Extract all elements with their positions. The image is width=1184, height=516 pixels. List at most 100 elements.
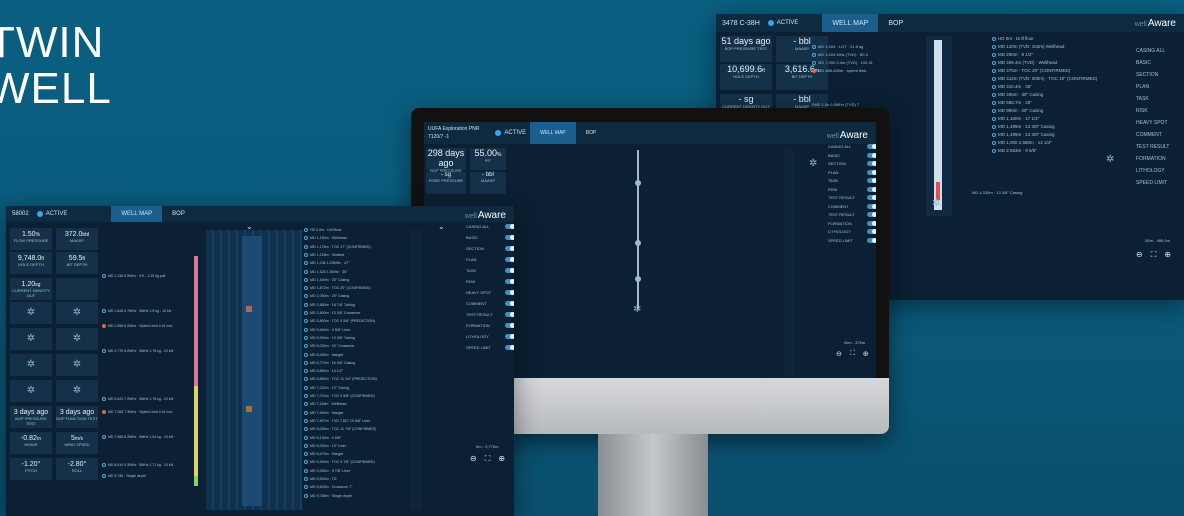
layer-toggle-lithology[interactable]: LITHOLOGY <box>466 334 514 339</box>
well-event-item[interactable]: MD 1,236 1.25MHz · 47" <box>304 261 349 265</box>
well-event-item[interactable]: MD 7,690m · Hanger <box>304 411 344 415</box>
tab-well-map[interactable]: WELL MAP <box>111 206 163 222</box>
toggle-switch[interactable] <box>867 169 876 175</box>
toggle-switch[interactable] <box>505 312 514 317</box>
well-event-item[interactable]: MD 8,470m · Hanger <box>304 452 344 456</box>
well-event-item[interactable]: MD 1,872m · TOC 20" (CONFIRMED) <box>304 286 371 290</box>
layer-toggle-comment[interactable]: COMMENT <box>1136 132 1184 138</box>
depth-annotation[interactable]: MD 7,568 8.2MHz · 5MHz 1.54 kg - 10 kN · <box>102 435 175 439</box>
layer-toggle-task[interactable]: TASK <box>1136 96 1184 102</box>
toggle-switch[interactable] <box>867 237 876 243</box>
layer-toggle-speed-limit[interactable]: SPEED LIMIT <box>1136 180 1184 186</box>
layer-toggle-test-result[interactable]: TEST RESULT <box>466 312 514 317</box>
layer-toggle-heavy-spot[interactable]: HEAVY SPOT <box>466 290 514 295</box>
depth-annotation[interactable]: MD 7,068 7.3MHz · Speed Limit 0.01 m/s <box>102 410 172 414</box>
fit-icon[interactable]: ⛶ <box>850 350 855 358</box>
well-event-item[interactable]: MD 5,900m · 13 3/8" Tubing <box>304 336 355 340</box>
settings-gear-icon[interactable]: ✲ <box>10 333 52 344</box>
layer-toggle-formation[interactable]: FORMATION <box>1136 156 1184 162</box>
well-event-item[interactable]: MD 9,400m · TOC 9 7/8" (CONFIRMED) <box>304 460 375 464</box>
well-event-item[interactable]: MD 406.4m (TVD) · Wellhead <box>992 60 1057 65</box>
depth-annotation[interactable]: MD 9,748 · Single depth <box>102 474 146 478</box>
layer-toggle-task[interactable]: TASK <box>466 268 514 273</box>
well-event-item[interactable]: MD 9,450m · 9 7/8" Liner <box>304 469 350 473</box>
well-event-item[interactable]: MD 475m · TOC 20" (CONFIRMED) <box>992 68 1070 73</box>
layer-toggle-plan[interactable]: PLAN <box>1136 84 1184 90</box>
well-event-item[interactable]: MD 290m · 8 1/2" <box>992 52 1033 57</box>
well-event-item[interactable]: MD 7,116m · Wellhead <box>304 402 346 406</box>
well-event-item[interactable]: MD 7,827m · TVD 7,827 10 5/8" Liner <box>304 419 370 423</box>
well-event-item[interactable]: MD 1,495m · 13 3/8" Casing <box>992 132 1055 137</box>
toggle-switch[interactable] <box>505 268 514 273</box>
zoom-in-icon[interactable]: ⊕ <box>1164 250 1171 260</box>
zoom-in-icon[interactable]: ⊕ <box>863 350 869 358</box>
toggle-switch[interactable] <box>505 334 514 339</box>
annotation[interactable]: BHD 1,0x 0.5MHz (TVD) 7 <box>812 102 859 107</box>
well-event-item[interactable]: HD 0m · Drill floor <box>992 36 1034 41</box>
settings-gear-icon[interactable]: ✲ <box>56 385 98 396</box>
layer-toggle-test-result[interactable]: TEST RESULT <box>828 195 876 200</box>
toggle-switch[interactable] <box>867 186 876 192</box>
toggle-switch[interactable] <box>867 203 876 209</box>
well-event-item[interactable]: MD 1,440m · 30" Casing <box>304 278 349 282</box>
toggle-switch[interactable] <box>867 178 876 183</box>
layer-toggle-casing-all[interactable]: CASING ALL <box>466 224 514 229</box>
well-event-item[interactable]: MD 412m (TVD: 300m) · TOC 10" (CONFIRMED… <box>992 76 1097 81</box>
zoom-in-icon[interactable]: ⊕ <box>498 454 505 464</box>
fit-icon[interactable]: ⛶ <box>1151 250 1157 260</box>
layer-toggle-formation[interactable]: FORMATION <box>828 220 876 226</box>
layer-toggle-heavy-spot[interactable]: HEAVY SPOT <box>1136 120 1184 126</box>
well-event-item[interactable]: MD 2,050m · 20" Casing <box>304 294 349 298</box>
well-event-item[interactable]: MD 5,640m · 9 5/8" Liner <box>304 328 350 332</box>
well-event-item[interactable]: MD 8,130m · 9 5/8" <box>304 436 341 440</box>
well-event-item[interactable]: MD 999m · 20" Casing <box>992 108 1043 113</box>
well-event-item[interactable]: MD 9,748m · Single depth <box>304 494 352 498</box>
well-event-item[interactable]: MD 2,680m · 18 7/8" Tubing <box>304 303 355 307</box>
tab-bop[interactable]: BOP <box>576 122 607 144</box>
toggle-switch[interactable] <box>867 161 876 166</box>
toggle-switch[interactable] <box>867 212 876 217</box>
layer-toggle-speed-limit[interactable]: SPEED LIMIT <box>466 345 514 350</box>
annotation[interactable]: MD 485-400m · speed limit <box>812 68 866 73</box>
layer-toggle-casing-all[interactable]: CASING ALL <box>1136 48 1184 54</box>
layer-toggle-risk[interactable]: RISK <box>1136 108 1184 114</box>
layer-toggle-comment[interactable]: COMMENT <box>828 203 876 209</box>
layer-toggle-lithology[interactable]: LITHOLOGY <box>828 229 876 234</box>
depth-annotation[interactable]: MD 1,136 0.5MHz · 5 ft - 1.25 kg pull <box>102 274 165 278</box>
layer-toggle-lithology[interactable]: LITHOLOGY <box>1136 168 1184 174</box>
depth-annotation[interactable]: MD 8,610 9.3MHz · 5MHz 1.71 kg - 10 kN · <box>102 463 175 467</box>
well-event-item[interactable]: MD 1,328 1.5MHz · 36" <box>304 270 347 274</box>
well-event-item[interactable]: MD 1,178m · TOC 17" (CONFIRMED) <box>304 245 371 249</box>
toggle-switch[interactable] <box>867 229 876 234</box>
chevron-down-icon[interactable]: ⌄ <box>246 222 253 231</box>
well-event-item[interactable]: MD 7,070m · TOC 9 5/8" (CONFIRMED) <box>304 394 375 398</box>
depth-annotation[interactable]: MD 1,646 5.7MHz · 5MHz 1.5 kg - 10 kN · <box>102 309 173 313</box>
layer-toggle-task[interactable]: TASK <box>828 178 876 183</box>
toggle-switch[interactable] <box>505 224 514 229</box>
well-event-item[interactable]: MD 6,890m · TOC 11 3/4" (PREDICTION) <box>304 377 377 381</box>
settings-gear-icon[interactable]: ✲ <box>10 307 52 318</box>
well-event-item[interactable]: MD 9,500m · TD <box>304 477 337 481</box>
well-event-item[interactable]: MD 495m · 30" Casing <box>992 92 1043 97</box>
well-event-item[interactable]: MD 2,563m · 9 5/8" <box>992 148 1037 153</box>
layer-toggle-test-result[interactable]: TEST RESULT <box>1136 144 1184 150</box>
well-event-item[interactable]: MD 1,100m · 17 1/2" <box>992 116 1039 121</box>
toggle-switch[interactable] <box>867 144 876 149</box>
settings-gear-icon[interactable]: ✲ <box>56 333 98 344</box>
tab-well-map[interactable]: WELL MAP <box>530 122 576 144</box>
layer-toggle-comment[interactable]: COMMENT <box>466 301 514 306</box>
settings-gear-icon[interactable]: ✲ <box>10 385 52 396</box>
layer-toggle-risk[interactable]: RISK <box>828 186 876 192</box>
fit-icon[interactable]: ⛶ <box>485 454 491 464</box>
zoom-out-icon[interactable]: ⊖ <box>1136 250 1143 260</box>
tab-bop[interactable]: BOP <box>878 14 913 32</box>
well-event-item[interactable]: MD 7,022m · 12" Tubing <box>304 386 349 390</box>
well-event-item[interactable]: MD 1,000 2,580m · 12 1/4" <box>992 140 1052 145</box>
toggle-switch[interactable] <box>505 290 514 295</box>
toggle-switch[interactable] <box>505 323 514 328</box>
tab-well-map[interactable]: WELL MAP <box>822 14 879 32</box>
toggle-switch[interactable] <box>867 220 876 226</box>
well-event-item[interactable]: HD 0.0m · Drill floor <box>304 228 342 232</box>
chevron-down-icon[interactable]: ⌄ <box>438 222 445 231</box>
depth-annotation[interactable]: MD 2,558 6.0MHz · Speed Limit 0.01 m/s <box>102 324 172 328</box>
